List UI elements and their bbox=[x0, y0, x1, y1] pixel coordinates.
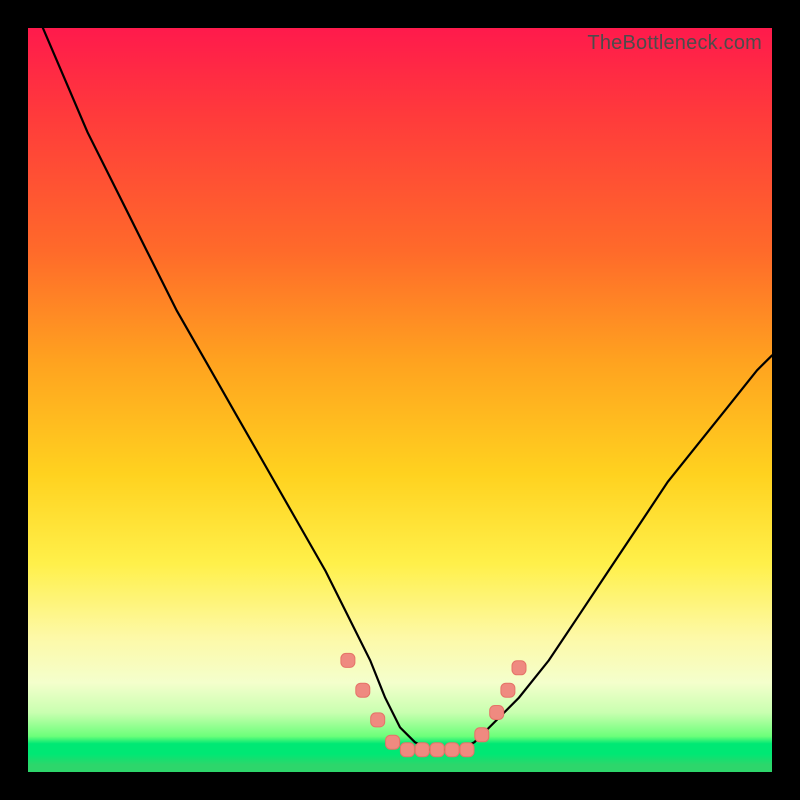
marker-point bbox=[356, 683, 370, 697]
marker-point bbox=[501, 683, 515, 697]
highlighted-points bbox=[341, 653, 526, 756]
marker-point bbox=[475, 728, 489, 742]
marker-point bbox=[512, 661, 526, 675]
marker-point bbox=[400, 743, 414, 757]
chart-frame: TheBottleneck.com bbox=[0, 0, 800, 800]
bottleneck-curve bbox=[43, 28, 772, 750]
marker-point bbox=[460, 743, 474, 757]
marker-point bbox=[490, 706, 504, 720]
chart-svg bbox=[28, 28, 772, 772]
marker-point bbox=[371, 713, 385, 727]
marker-point bbox=[415, 743, 429, 757]
marker-point bbox=[386, 735, 400, 749]
marker-point bbox=[341, 653, 355, 667]
marker-point bbox=[430, 743, 444, 757]
marker-point bbox=[445, 743, 459, 757]
plot-area: TheBottleneck.com bbox=[28, 28, 772, 772]
